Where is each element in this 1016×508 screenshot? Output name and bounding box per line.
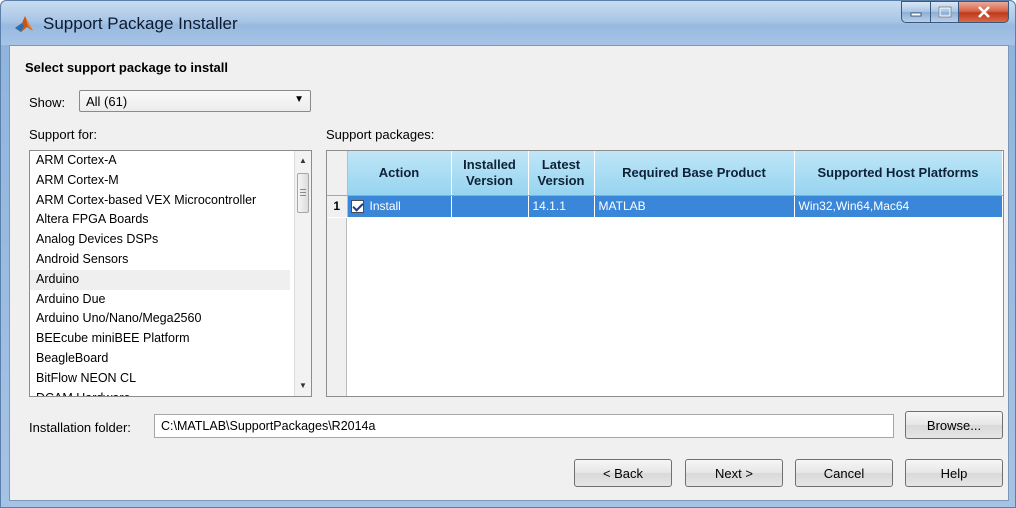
host-platforms-cell: Win32,Win64,Mac64 (794, 195, 1003, 217)
show-filter-dropdown[interactable]: All (61) ▼ (79, 90, 311, 112)
minimize-button[interactable] (901, 1, 931, 23)
dropdown-arrow-icon: ▼ (294, 94, 304, 105)
support-for-list[interactable]: ARM Cortex-A ARM Cortex-M ARM Cortex-bas… (29, 150, 312, 397)
list-item[interactable]: BeagleBoard (30, 349, 290, 369)
show-label: Show: (29, 95, 66, 110)
list-item[interactable]: Arduino Uno/Nano/Mega2560 (30, 309, 290, 329)
action-text: Install (369, 199, 401, 214)
list-scrollbar[interactable]: ▲ ▼ (294, 151, 311, 396)
dialog-client-area: Select support package to install Show: … (9, 45, 1009, 501)
support-packages-label: Support packages: (326, 127, 435, 142)
column-header-required-base-product[interactable]: Required Base Product (594, 151, 795, 196)
support-for-label: Support for: (29, 127, 97, 142)
action-cell[interactable]: Install (347, 195, 452, 217)
list-item[interactable]: Altera FPGA Boards (30, 210, 290, 230)
minimize-icon (910, 12, 922, 17)
close-button[interactable] (959, 1, 1009, 23)
list-item[interactable]: Arduino Due (30, 290, 290, 310)
matlab-logo-icon (15, 16, 33, 32)
list-item[interactable]: BitFlow NEON CL (30, 369, 290, 389)
installed-version-cell (451, 195, 529, 217)
row-number-gutter (327, 218, 347, 396)
base-product-cell: MATLAB (594, 195, 795, 217)
column-header-latest-version[interactable]: Latest Version (528, 151, 595, 196)
list-item[interactable]: BEEcube miniBEE Platform (30, 329, 290, 349)
list-item[interactable]: ARM Cortex-based VEX Microcontroller (30, 191, 290, 211)
row-number-header (327, 151, 348, 196)
next-button[interactable]: Next > (685, 459, 783, 487)
page-heading: Select support package to install (25, 60, 228, 75)
installation-folder-input[interactable] (154, 414, 894, 438)
installation-folder-label: Installation folder: (29, 420, 131, 435)
support-packages-table: Action Installed Version Latest Version … (326, 150, 1004, 397)
list-item[interactable]: Analog Devices DSPs (30, 230, 290, 250)
row-number: 1 (327, 195, 348, 217)
scroll-up-arrow-icon[interactable]: ▲ (295, 153, 311, 169)
list-item[interactable]: Android Sensors (30, 250, 290, 270)
column-header-installed-version[interactable]: Installed Version (451, 151, 529, 196)
window-title: Support Package Installer (43, 14, 238, 33)
cancel-button[interactable]: Cancel (795, 459, 893, 487)
help-button[interactable]: Help (905, 459, 1003, 487)
table-header-row: Action Installed Version Latest Version … (327, 151, 1003, 196)
support-package-installer-window: Support Package Installer Select support… (0, 0, 1016, 508)
list-item[interactable]: ARM Cortex-M (30, 171, 290, 191)
window-controls (901, 1, 1009, 23)
scrollbar-thumb[interactable] (297, 173, 309, 213)
table-row[interactable]: 1 Install 14.1.1 MATLAB Win32,Win64,Mac6… (327, 195, 1003, 217)
install-checkbox[interactable] (350, 200, 364, 214)
browse-button[interactable]: Browse... (905, 411, 1003, 439)
maximize-button[interactable] (931, 1, 959, 23)
list-item-selected[interactable]: Arduino (30, 269, 290, 290)
show-filter-value: All (61) (86, 94, 128, 109)
column-header-supported-host-platforms[interactable]: Supported Host Platforms (794, 151, 1003, 196)
title-bar[interactable]: Support Package Installer (1, 1, 1015, 45)
column-header-action[interactable]: Action (347, 151, 452, 196)
latest-version-cell: 14.1.1 (528, 195, 595, 217)
maximize-icon (938, 6, 951, 18)
list-item[interactable]: DCAM Hardware (30, 389, 290, 396)
back-button[interactable]: < Back (574, 459, 672, 487)
scroll-down-arrow-icon[interactable]: ▼ (295, 378, 311, 394)
list-item[interactable]: ARM Cortex-A (30, 151, 290, 171)
close-icon (977, 6, 990, 18)
